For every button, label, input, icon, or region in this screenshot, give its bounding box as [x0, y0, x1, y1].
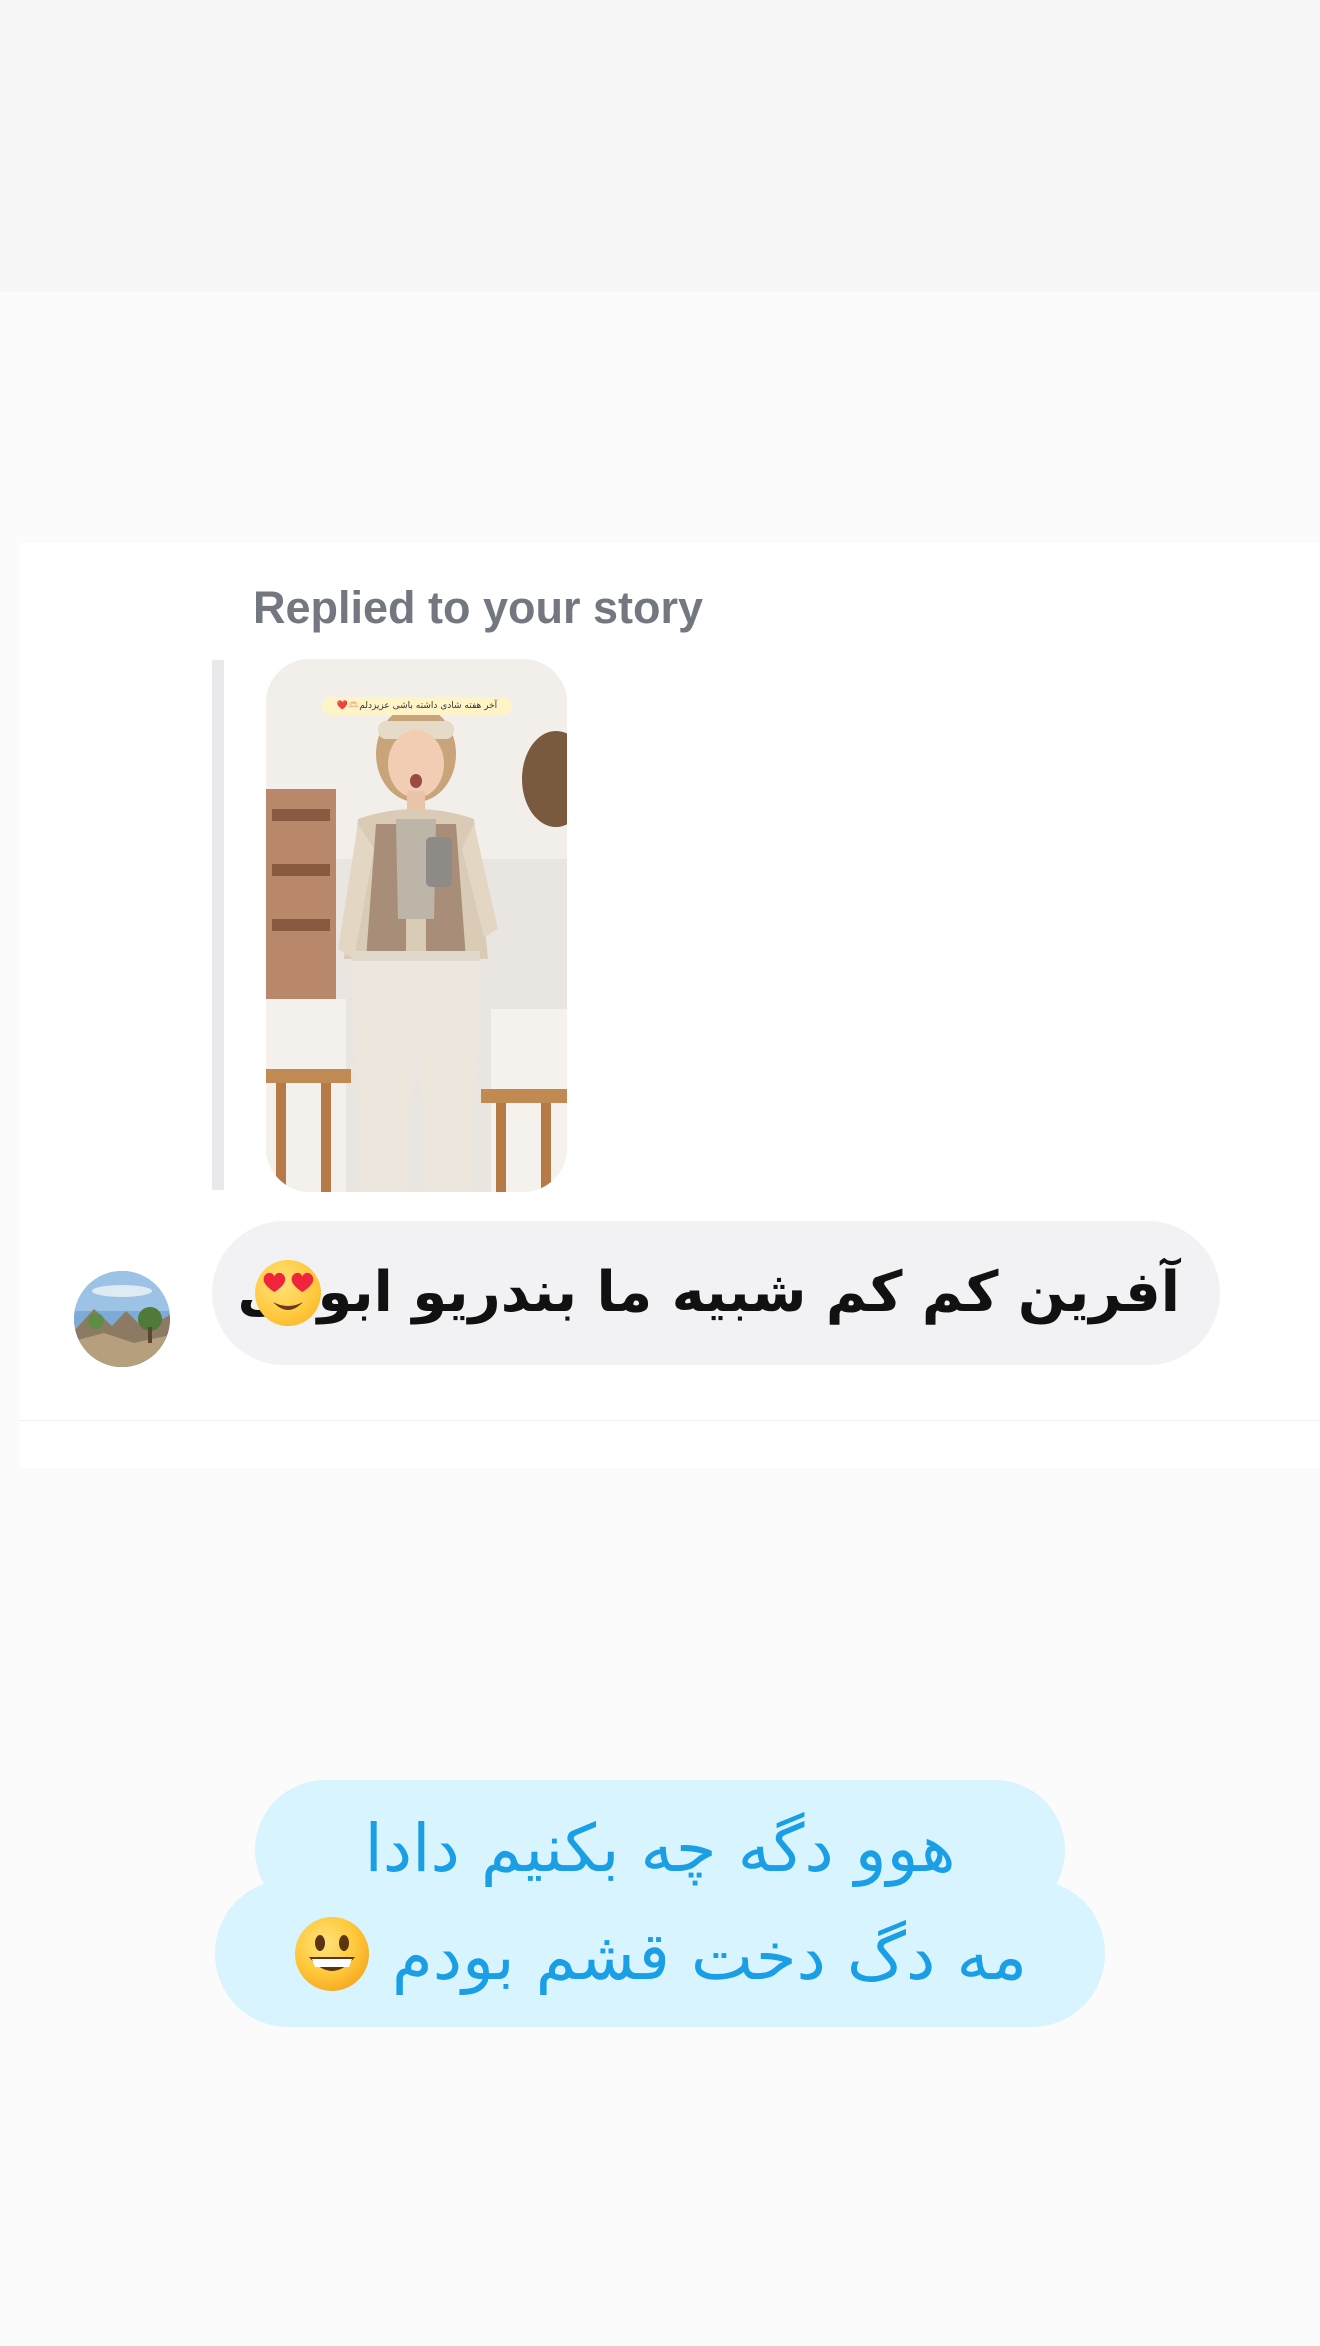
story-reply-screenshot: Replied to your story آخر هفته شادی داشت…	[0, 0, 1320, 2346]
top-band	[0, 0, 1320, 292]
message-text: آفرین کم کم شبیه ما بندریو ابودی	[237, 1260, 1180, 1325]
avatar-image	[74, 1271, 170, 1367]
replied-to-story-label: Replied to your story	[253, 582, 704, 633]
story-thumbnail[interactable]: آخر هفته شادی داشته باشی عزیزدلم🫶🏻❤️	[266, 659, 567, 1192]
avatar[interactable]	[74, 1271, 170, 1367]
reply-quote-bar	[212, 660, 224, 1190]
story-text-sticker: هوو دگه چه بکنیم دادا مه دگ دخت قشم بودم	[215, 1780, 1105, 2027]
caption-line-2: مه دگ دخت قشم بودم	[215, 1915, 1105, 1995]
message-bubble[interactable]: آفرین کم کم شبیه ما بندریو ابودی	[212, 1221, 1220, 1365]
story-caption: آخر هفته شادی داشته باشی عزیزدلم🫶🏻❤️	[322, 697, 512, 715]
caption-line-2-text: مه دگ دخت قشم بودم	[391, 1918, 1028, 1995]
smiling-face-with-heart-eyes-icon	[255, 1260, 321, 1326]
grinning-face-icon	[293, 1915, 371, 1993]
caption-line-1: هوو دگه چه بکنیم دادا	[364, 1810, 956, 1887]
story-photo	[266, 659, 567, 1192]
divider	[20, 1420, 1320, 1421]
